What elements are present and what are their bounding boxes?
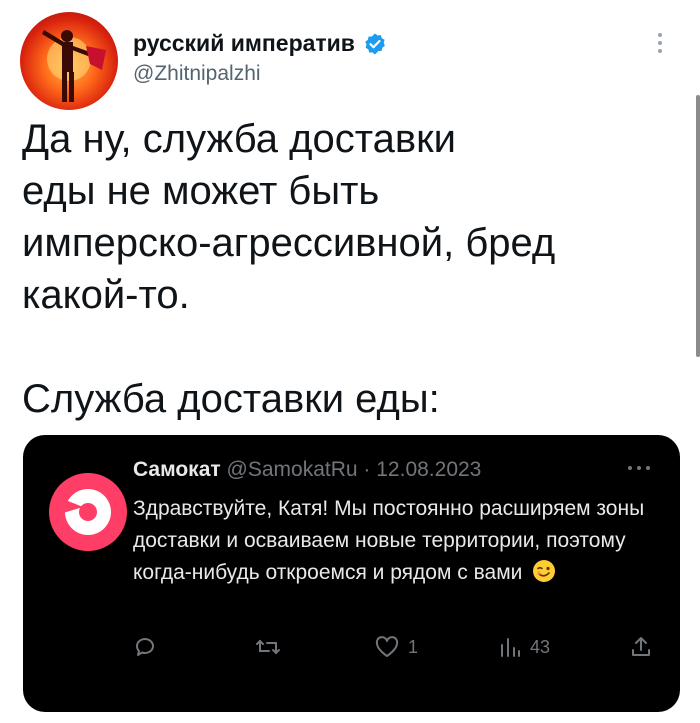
embedded-action-bar: 1 43 — [23, 635, 680, 665]
tweet-text-part-1: Да ну, служба доставки еды не может быть… — [22, 117, 556, 317]
tweet-text-part-2: Служба доставки еды: — [22, 377, 440, 421]
tweet-body: Да ну, служба доставки еды не может быть… — [22, 113, 672, 425]
more-options-icon[interactable] — [650, 28, 670, 58]
samokat-avatar — [49, 473, 127, 551]
author-name-row: русский императив — [133, 30, 387, 57]
embedded-tweet-screenshot[interactable]: Самокат @SamokatRu · 12.08.2023 Здравств… — [23, 435, 680, 712]
embedded-date[interactable]: 12.08.2023 — [376, 458, 481, 481]
share-action[interactable] — [629, 635, 653, 659]
embedded-separator: · — [363, 458, 371, 481]
embedded-tweet-text: Здравствуйте, Катя! Мы постоянно расширя… — [133, 493, 653, 589]
embedded-text-body: Здравствуйте, Катя! Мы постоянно расширя… — [133, 497, 645, 584]
embedded-more-icon[interactable] — [626, 463, 652, 473]
views-icon — [501, 638, 520, 657]
profile-avatar[interactable] — [20, 12, 118, 110]
views-action[interactable]: 43 — [498, 635, 550, 659]
embedded-author-name[interactable]: Самокат — [133, 458, 221, 481]
share-icon — [632, 637, 650, 656]
retweet-action[interactable] — [255, 635, 281, 659]
embedded-tweet-header: Самокат @SamokatRu · 12.08.2023 — [133, 458, 481, 482]
like-action[interactable]: 1 — [374, 635, 418, 659]
author-display-name[interactable]: русский императив — [133, 30, 355, 57]
heart-icon — [375, 636, 399, 657]
like-count: 1 — [408, 636, 419, 657]
retweet-icon — [256, 639, 280, 655]
samokat-logo-icon — [63, 489, 111, 535]
avatar-figure-icon — [42, 30, 106, 102]
reply-action[interactable] — [133, 635, 157, 659]
scrollbar[interactable] — [696, 95, 700, 357]
embedded-author-handle[interactable]: @SamokatRu — [227, 458, 358, 481]
author-handle[interactable]: @Zhitnipalzhi — [133, 62, 261, 86]
winking-face-icon — [533, 560, 556, 582]
verified-badge-icon — [365, 33, 385, 54]
views-count: 43 — [530, 636, 551, 657]
reply-icon — [136, 638, 154, 656]
